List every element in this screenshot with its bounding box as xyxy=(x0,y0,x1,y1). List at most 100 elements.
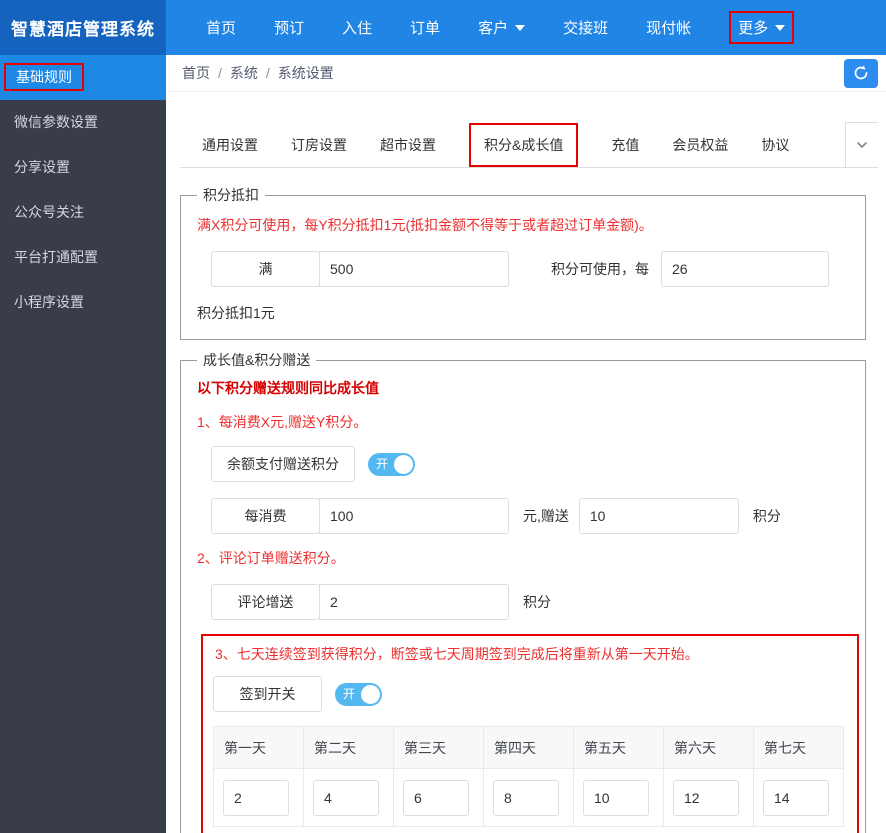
sidebar: 基础规则 微信参数设置 分享设置 公众号关注 平台打通配置 小程序设置 xyxy=(0,55,166,833)
nav-item-customers[interactable]: 客户 xyxy=(478,17,526,38)
points-unit-label: 积分 xyxy=(523,594,551,610)
deduction-suffix-text: 积分抵扣1元 xyxy=(197,305,275,321)
breadcrumb-separator: / xyxy=(218,65,222,81)
points-deduction-row: 满 积分可使用，每 xyxy=(211,251,851,287)
breadcrumb-bar: 首页 / 系统 / 系统设置 xyxy=(166,55,886,92)
signin-day2-header: 第二天 xyxy=(303,726,394,769)
tabs-collapse-button[interactable] xyxy=(845,121,878,168)
signin-day3-input[interactable] xyxy=(403,779,469,816)
nav-item-cash-account[interactable]: 现付帐 xyxy=(646,17,691,38)
refresh-button[interactable] xyxy=(844,58,878,88)
tab-points-growth[interactable]: 积分&成长值 xyxy=(469,122,579,167)
comment-points-input[interactable] xyxy=(319,584,509,620)
signin-day7-header: 第七天 xyxy=(753,726,844,769)
min-points-label: 满 xyxy=(211,251,320,287)
signin-day-cell xyxy=(303,768,394,827)
toggle-state-label: 开 xyxy=(376,457,389,471)
signin-day7-input[interactable] xyxy=(763,779,829,816)
rule2-title: 2、评论订单赠送积分。 xyxy=(197,550,345,566)
caret-down-icon xyxy=(515,24,526,31)
signin-switch-row: 签到开关 开 xyxy=(213,676,847,712)
signin-day5-header: 第五天 xyxy=(573,726,664,769)
sidebar-item-share-settings[interactable]: 分享设置 xyxy=(0,145,166,190)
toggle-knob xyxy=(394,454,413,474)
signin-day-cell xyxy=(663,768,754,827)
nav-item-label: 客户 xyxy=(478,20,509,37)
content-area: 首页 / 系统 / 系统设置 通用设置 订房设置 超市设置 积分&成长值 充值 … xyxy=(166,55,886,833)
sidebar-item-label: 基础规则 xyxy=(16,69,72,85)
growth-headline: 以下积分赠送规则同比成长值 xyxy=(197,380,379,396)
nav-item-reservation[interactable]: 预订 xyxy=(274,17,304,38)
signin-toggle[interactable]: 开 xyxy=(335,682,382,706)
tab-market-settings[interactable]: 超市设置 xyxy=(380,135,436,155)
tab-recharge[interactable]: 充值 xyxy=(611,135,639,155)
signin-day6-header: 第六天 xyxy=(663,726,754,769)
refresh-icon xyxy=(854,65,868,80)
annotation-box: 基础规则 xyxy=(4,63,84,91)
signin-day2-input[interactable] xyxy=(313,779,379,816)
points-usable-text: 积分可使用，每 xyxy=(551,261,649,277)
consume-gift-row: 每消费 元,赠送 积分 xyxy=(211,498,851,534)
points-deduction-hint: 满X积分可使用，每Y积分抵扣1元(抵扣金额不得等于或者超过订单金额)。 xyxy=(197,217,653,233)
signin-day5-input[interactable] xyxy=(583,779,649,816)
nav-item-home[interactable]: 首页 xyxy=(206,17,236,38)
nav-item-orders[interactable]: 订单 xyxy=(410,17,440,38)
signin-day1-header: 第一天 xyxy=(213,726,304,769)
sidebar-item-official-account[interactable]: 公众号关注 xyxy=(0,190,166,235)
top-navbar: 智慧酒店管理系统 首页 预订 入住 订单 客户 交接班 现付帐 更多 xyxy=(0,0,886,55)
sidebar-item-platform-config[interactable]: 平台打通配置 xyxy=(0,235,166,280)
comment-gift-row: 评论增送 积分 xyxy=(211,584,851,620)
rule3-title: 3、七天连续签到获得积分，断签或七天周期签到完成后将重新从第一天开始。 xyxy=(215,646,699,662)
tab-general-settings[interactable]: 通用设置 xyxy=(202,135,258,155)
breadcrumb-current: 系统设置 xyxy=(277,65,334,81)
signin-day6-input[interactable] xyxy=(673,779,739,816)
signin-day-cell xyxy=(573,768,664,827)
points-deduction-legend: 积分抵扣 xyxy=(203,187,259,203)
breadcrumb-home[interactable]: 首页 xyxy=(182,63,210,83)
consume-amount-input[interactable] xyxy=(319,498,509,534)
main-nav: 首页 预订 入住 订单 客户 交接班 现付帐 更多 xyxy=(166,0,824,55)
balance-pay-toggle[interactable]: 开 xyxy=(368,452,415,476)
signin-switch-button[interactable]: 签到开关 xyxy=(213,676,322,712)
rule1-title: 1、每消费X元,赠送Y积分。 xyxy=(197,414,368,430)
signin-day-cell xyxy=(393,768,484,827)
growth-points-section: 成长值&积分赠送 以下积分赠送规则同比成长值 1、每消费X元,赠送Y积分。 余额… xyxy=(180,350,866,833)
sidebar-item-basic-rules[interactable]: 基础规则 xyxy=(0,55,166,100)
signin-day-cell xyxy=(753,768,844,827)
balance-pay-gift-button[interactable]: 余额支付赠送积分 xyxy=(211,446,355,482)
app-logo: 智慧酒店管理系统 xyxy=(0,0,166,55)
sidebar-item-wechat-params[interactable]: 微信参数设置 xyxy=(0,100,166,145)
nav-item-checkin[interactable]: 入住 xyxy=(342,17,372,38)
sidebar-item-miniprogram[interactable]: 小程序设置 xyxy=(0,280,166,325)
breadcrumb: 首页 / 系统 / 系统设置 xyxy=(182,63,334,83)
signin-day1-input[interactable] xyxy=(223,779,289,816)
per-points-input[interactable] xyxy=(661,251,829,287)
min-points-input[interactable] xyxy=(319,251,509,287)
points-unit-label: 积分 xyxy=(752,508,781,524)
tab-booking-settings[interactable]: 订房设置 xyxy=(291,135,347,155)
settings-tabs: 通用设置 订房设置 超市设置 积分&成长值 充值 会员权益 协议 xyxy=(180,121,878,168)
gift-points-input[interactable] xyxy=(578,498,739,534)
signin-points-table: 第一天 第二天 第三天 第四天 第五天 第六天 第七天 xyxy=(213,726,844,827)
signin-day-cell xyxy=(483,768,574,827)
nav-item-shift-handover[interactable]: 交接班 xyxy=(563,17,608,38)
signin-day3-header: 第三天 xyxy=(393,726,484,769)
breadcrumb-system[interactable]: 系统 xyxy=(230,63,258,83)
app-window: 智慧酒店管理系统 首页 预订 入住 订单 客户 交接班 现付帐 更多 基础规则 … xyxy=(0,0,886,833)
growth-section-legend: 成长值&积分赠送 xyxy=(203,352,311,368)
consume-label: 每消费 xyxy=(211,498,320,534)
gift-mid-text: 元,赠送 xyxy=(523,508,569,524)
signin-table-header-row: 第一天 第二天 第三天 第四天 第五天 第六天 第七天 xyxy=(213,726,844,769)
tab-agreement[interactable]: 协议 xyxy=(761,135,789,155)
signin-day4-header: 第四天 xyxy=(483,726,574,769)
points-deduction-section: 积分抵扣 满X积分可使用，每Y积分抵扣1元(抵扣金额不得等于或者超过订单金额)。… xyxy=(180,185,866,340)
signin-rule-section: 3、七天连续签到获得积分，断签或七天周期签到完成后将重新从第一天开始。 签到开关… xyxy=(201,634,859,833)
nav-item-more[interactable]: 更多 xyxy=(729,11,795,44)
signin-day4-input[interactable] xyxy=(493,779,559,816)
tab-member-benefits[interactable]: 会员权益 xyxy=(672,135,728,155)
nav-item-label: 更多 xyxy=(738,20,769,37)
chevron-down-icon xyxy=(857,141,867,148)
caret-down-icon xyxy=(775,24,786,31)
toggle-knob xyxy=(361,684,380,704)
balance-pay-row: 余额支付赠送积分 开 xyxy=(211,446,851,482)
